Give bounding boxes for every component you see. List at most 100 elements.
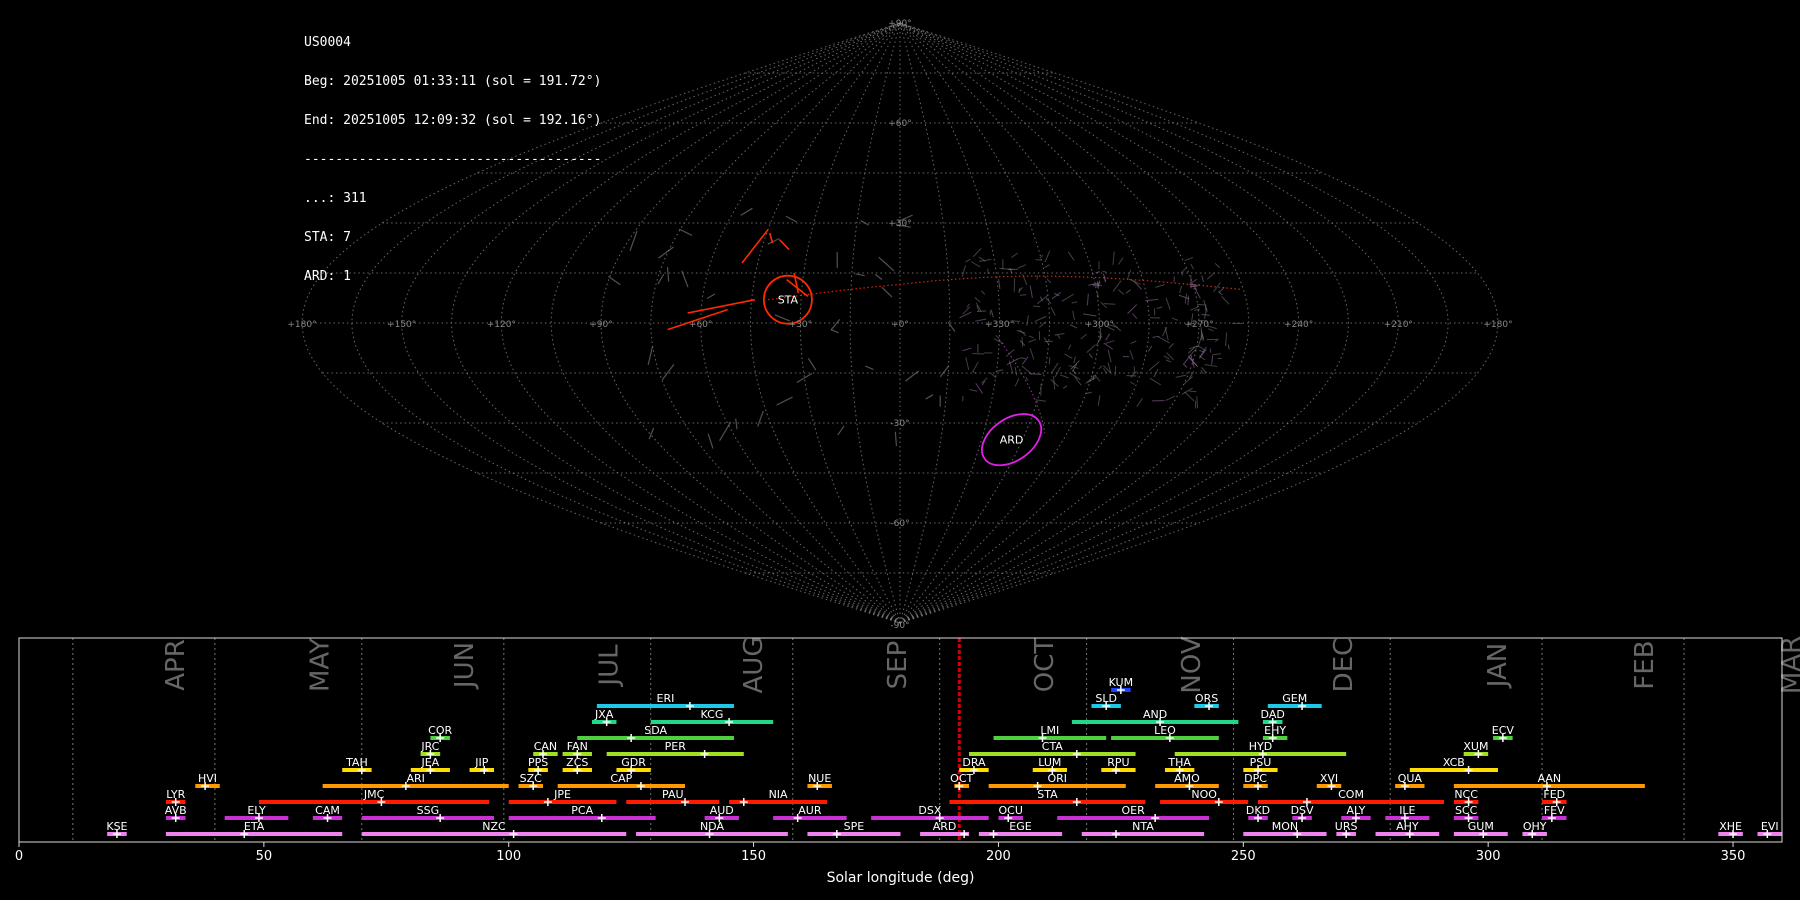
meteor-trace <box>1149 377 1161 386</box>
shower-label: ARD <box>933 820 957 833</box>
meteor-trace <box>962 395 964 402</box>
meteor-trace <box>969 388 978 392</box>
meteor-trace <box>767 237 780 245</box>
meteor-trace <box>1179 285 1183 294</box>
meteor-trace <box>1130 340 1137 344</box>
shower-label: TAH <box>345 756 368 769</box>
shower-label: XVI <box>1320 772 1338 785</box>
meteor-trace <box>776 396 793 406</box>
meteor-trace <box>785 215 798 223</box>
meteor-trace <box>972 248 982 257</box>
longitude-label: +330° <box>985 320 1014 330</box>
radiant-label: ARD <box>1000 434 1024 447</box>
month-label: OCT <box>1030 638 1060 693</box>
shower-label: ARI <box>406 772 424 785</box>
month-label: FEB <box>1630 640 1660 689</box>
meteor-trace <box>740 207 753 216</box>
meteor-trace <box>995 334 1000 339</box>
shower-label: LEO <box>1154 724 1176 737</box>
meteor-trace <box>1067 344 1072 350</box>
meteor-trace <box>905 370 920 382</box>
meteor-trace <box>666 267 670 282</box>
shower-label: SPE <box>844 820 865 833</box>
meteor-trace <box>1064 353 1073 359</box>
longitude-label: +240° <box>1284 320 1313 330</box>
meteor-trace <box>1100 301 1108 309</box>
shower-label: COR <box>428 724 452 737</box>
shower-label: RPU <box>1107 756 1129 769</box>
meteor-trace <box>1005 349 1015 358</box>
meteor-trace <box>608 275 621 286</box>
meteor-trace <box>1098 365 1103 370</box>
meteor-trace <box>1127 269 1132 279</box>
meteor-trace <box>1033 305 1041 308</box>
meteor-trace <box>1044 250 1051 263</box>
meteor-trace <box>1190 263 1194 270</box>
meteor-trace <box>1017 264 1026 269</box>
meteor-trace <box>1114 365 1117 376</box>
meteor-trace <box>865 365 874 371</box>
meteor-trace <box>1189 348 1197 356</box>
longitude-label: +300° <box>1085 320 1114 330</box>
meteor-trace <box>1082 313 1097 317</box>
meteor-trace <box>1052 375 1056 390</box>
shower-label: JRC <box>420 740 439 753</box>
longitude-label: +150° <box>387 320 416 330</box>
shower-label: CAM <box>315 804 340 817</box>
meteor-trace <box>1204 363 1218 368</box>
sta-meteor-trace <box>778 239 790 251</box>
meteor-trace <box>981 290 986 295</box>
longitude-label: +90° <box>589 320 613 330</box>
meridian-line <box>351 22 901 624</box>
shower-label: HYD <box>1249 740 1272 753</box>
x-tick-label: 100 <box>496 849 521 864</box>
meteor-trace <box>1057 334 1061 339</box>
meteor-trace <box>1183 354 1192 365</box>
shower-label: ALY <box>1346 804 1365 817</box>
meteor-trace <box>1067 251 1075 261</box>
meteor-trace <box>1125 289 1131 294</box>
meteor-trace <box>1050 306 1056 316</box>
meteor-trace <box>1155 284 1166 288</box>
latitude-label: -30° <box>890 419 909 429</box>
meteor-trace <box>1046 278 1052 284</box>
meteor-trace <box>1025 377 1029 381</box>
meteor-trace <box>1188 390 1197 393</box>
meteor-trace <box>965 258 971 263</box>
meteor-trace <box>1088 353 1093 359</box>
x-tick-label: 0 <box>15 849 23 864</box>
meteor-trace <box>661 364 675 381</box>
meteor-trace <box>1165 297 1171 310</box>
meteor-trace <box>1184 293 1187 304</box>
longitude-label: +30° <box>789 320 813 330</box>
shower-label: SLD <box>1095 692 1117 705</box>
meteor-trace <box>830 329 839 334</box>
meteor-trace <box>1054 366 1061 378</box>
meteor-trace <box>1212 353 1222 356</box>
shower-label: DAD <box>1261 708 1285 721</box>
shower-label: XHE <box>1719 820 1742 833</box>
meteor-trace <box>966 303 970 308</box>
sky-map: STA ARD +180° +150° +120° +90° +60° +30° +0° +330… <box>287 19 1512 630</box>
shower-label: AUR <box>798 804 822 817</box>
meteor-trace <box>972 370 977 375</box>
sta-meteors <box>667 229 809 331</box>
shower-label: NDA <box>700 820 725 833</box>
sta-meteor-trace <box>768 232 774 244</box>
x-tick-label: 150 <box>741 849 766 864</box>
meteor-trace <box>735 418 738 430</box>
shower-label: FEV <box>1544 804 1565 817</box>
shower-label: THA <box>1167 756 1191 769</box>
meteor-trace <box>999 267 1014 270</box>
shower-label: COM <box>1338 788 1364 801</box>
meteor-trace <box>1019 294 1027 296</box>
shower-label: AHY <box>1396 820 1419 833</box>
meteor-trace <box>1166 352 1175 361</box>
meteor-trace <box>1175 374 1187 378</box>
meteor-trace <box>1014 378 1020 387</box>
meteor-trace <box>1096 291 1099 298</box>
shower-label: PAU <box>662 788 684 801</box>
month-label: APR <box>161 639 191 691</box>
shower-label: KSE <box>106 820 127 833</box>
shower-label: XCB <box>1443 756 1465 769</box>
